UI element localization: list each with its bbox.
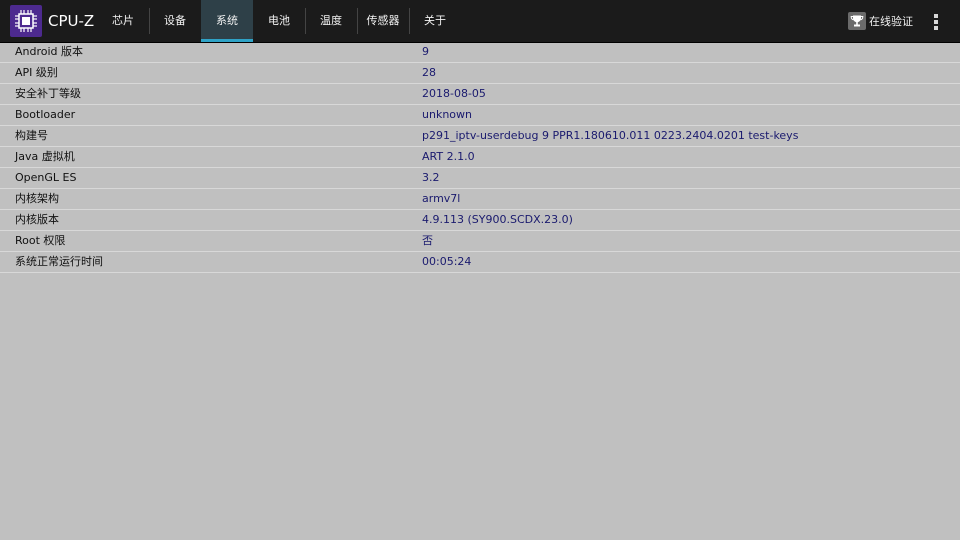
row-label: Root 权限 — [15, 234, 66, 247]
system-info-list: Android 版本 9 API 级别 28 安全补丁等级 2018-08-05… — [0, 42, 960, 273]
cpu-chip-icon — [10, 5, 42, 37]
list-item: Android 版本 9 — [0, 42, 960, 63]
top-app-bar: CPU-Z 芯片 设备 系统 电池 温度 传感器 关于 在线验证 — [0, 0, 960, 43]
row-value: armv7l — [422, 192, 461, 205]
list-item: Root 权限 否 — [0, 231, 960, 252]
row-label: OpenGL ES — [15, 171, 77, 184]
overflow-menu-icon[interactable] — [926, 11, 946, 31]
list-item: OpenGL ES 3.2 — [0, 168, 960, 189]
list-item: Bootloader unknown — [0, 105, 960, 126]
row-value: 2018-08-05 — [422, 87, 486, 100]
list-item: Java 虚拟机 ART 2.1.0 — [0, 147, 960, 168]
tab-thermal[interactable]: 温度 — [305, 0, 357, 42]
tab-bar: 芯片 设备 系统 电池 温度 传感器 关于 — [97, 0, 461, 42]
list-item: 构建号 p291_iptv-userdebug 9 PPR1.180610.01… — [0, 126, 960, 147]
tab-soc[interactable]: 芯片 — [97, 0, 149, 42]
row-label: 系统正常运行时间 — [15, 255, 103, 268]
row-value: 9 — [422, 45, 429, 58]
row-label: 安全补丁等级 — [15, 87, 81, 100]
list-item: API 级别 28 — [0, 63, 960, 84]
trophy-icon — [848, 12, 866, 30]
list-item: 内核版本 4.9.113 (SY900.SCDX.23.0) — [0, 210, 960, 231]
tab-device[interactable]: 设备 — [149, 0, 201, 42]
list-item: 系统正常运行时间 00:05:24 — [0, 252, 960, 273]
row-value: 否 — [422, 234, 433, 247]
row-label: 内核版本 — [15, 213, 59, 226]
online-validation-button[interactable]: 在线验证 — [848, 11, 913, 31]
row-value: 00:05:24 — [422, 255, 472, 268]
list-item: 内核架构 armv7l — [0, 189, 960, 210]
row-value: 4.9.113 (SY900.SCDX.23.0) — [422, 213, 573, 226]
online-validation-label: 在线验证 — [869, 15, 913, 28]
row-label: Bootloader — [15, 108, 76, 121]
row-value: unknown — [422, 108, 472, 121]
row-value: ART 2.1.0 — [422, 150, 475, 163]
tab-about[interactable]: 关于 — [409, 0, 461, 42]
tab-battery[interactable]: 电池 — [253, 0, 305, 42]
row-label: Android 版本 — [15, 45, 84, 58]
row-label: 内核架构 — [15, 192, 59, 205]
row-label: API 级别 — [15, 66, 58, 79]
tab-system[interactable]: 系统 — [201, 0, 253, 42]
row-value: 28 — [422, 66, 436, 79]
tab-sensors[interactable]: 传感器 — [357, 0, 409, 42]
row-label: 构建号 — [15, 129, 48, 142]
row-value: 3.2 — [422, 171, 440, 184]
row-label: Java 虚拟机 — [15, 150, 75, 163]
app-title: CPU-Z — [48, 12, 95, 30]
list-item: 安全补丁等级 2018-08-05 — [0, 84, 960, 105]
row-value: p291_iptv-userdebug 9 PPR1.180610.011 02… — [422, 129, 799, 142]
